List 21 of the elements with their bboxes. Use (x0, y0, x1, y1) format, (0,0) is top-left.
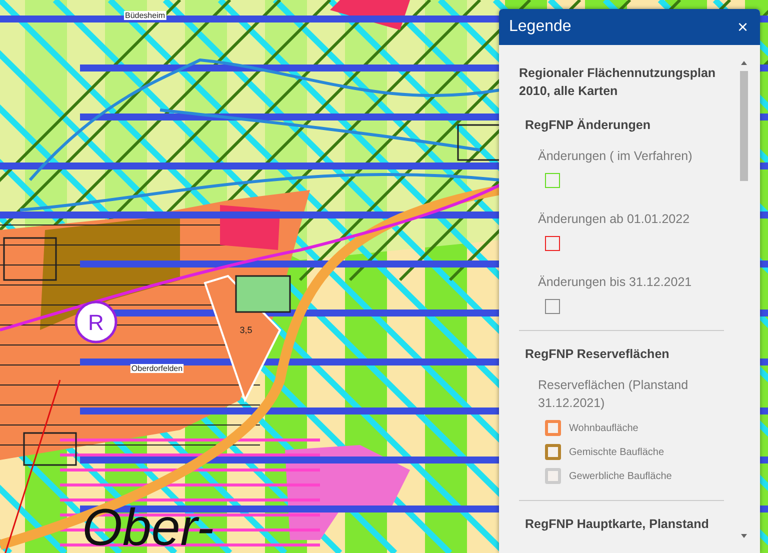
legend-title: Legende (509, 17, 572, 37)
item-label: Wohnbaufläche (569, 422, 638, 436)
group-label: Änderungen ( im Verfahren) (538, 148, 694, 165)
group-label: Änderungen bis 31.12.2021 (538, 274, 693, 291)
group-label: Reserveflächen (Planstand 31.12.2021) (538, 376, 690, 412)
scroll-down-icon[interactable] (741, 534, 747, 538)
area-number-label: 3,5 (240, 325, 252, 335)
item-label: Gewerbliche Baufläche (569, 470, 672, 484)
legend-heading: Regionaler Flächennutzungsplan 2010, alle Karten (519, 65, 717, 100)
place-label: Oberdorfelden (130, 364, 184, 373)
section-title: RegFNP Hauptkarte, Planstand (525, 516, 710, 534)
close-button[interactable]: × (733, 18, 752, 36)
item-label: Gemischte Baufläche (569, 446, 664, 460)
section-title: RegFNP Änderungen (525, 117, 652, 134)
map-symbol-label: R (74, 300, 118, 344)
scrollbar-thumb[interactable] (740, 71, 748, 181)
town-label: Ober- (82, 499, 214, 553)
scroll-up-icon[interactable] (741, 61, 747, 65)
place-label: Büdesheim (124, 11, 166, 20)
group-label: Änderungen ab 01.01.2022 (538, 210, 691, 228)
section-title: RegFNP Reserveflächen (525, 346, 670, 364)
